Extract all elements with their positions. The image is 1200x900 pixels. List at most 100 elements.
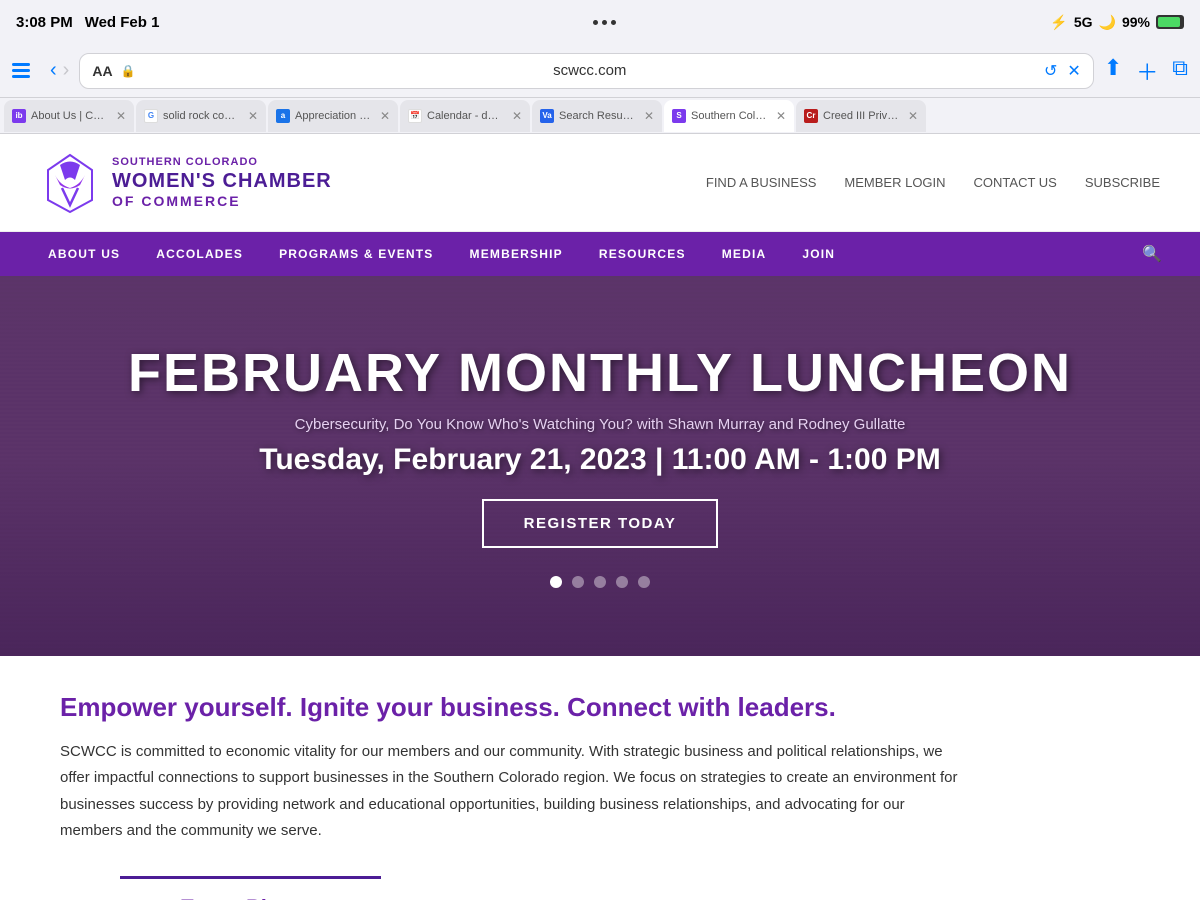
tab-label: About Us | Colorado... [31, 110, 107, 122]
status-right: ⚡ 5G 🌙 99% [1050, 14, 1184, 31]
tagline: Empower yourself. Ignite your business. … [60, 692, 1140, 723]
event-photos-section: Event Photos [0, 868, 1200, 900]
browser-tabs: ib About Us | Colorado... ✕ G solid rock… [0, 98, 1200, 134]
tab-label: Search Results | Va... [559, 110, 635, 122]
tab-close[interactable]: ✕ [116, 109, 126, 123]
tab-close[interactable]: ✕ [248, 109, 258, 123]
font-size-control[interactable]: AA [92, 63, 112, 79]
new-tab-icon[interactable]: ＋ [1136, 55, 1158, 87]
browser-actions: ⬆ ＋ ⧉ [1104, 55, 1188, 87]
tabs-icon[interactable]: ⧉ [1172, 55, 1188, 87]
register-today-button[interactable]: REGISTER TODAY [482, 499, 719, 548]
logo-area: SOUTHERN COLORADO WOMEN'S CHAMBER OF COM… [40, 150, 332, 215]
battery-icon [1156, 15, 1184, 29]
status-dot [593, 20, 598, 25]
subscribe-link[interactable]: SUBSCRIBE [1085, 175, 1160, 190]
forward-button[interactable]: › [63, 59, 70, 82]
hero-dot-1[interactable] [550, 576, 562, 588]
signal-icon: ⚡ [1050, 14, 1067, 31]
tab-close[interactable]: ✕ [380, 109, 390, 123]
hero-dot-3[interactable] [594, 576, 606, 588]
tab-favicon: 📅 [408, 109, 422, 123]
url-display[interactable]: scwcc.com [144, 62, 1036, 79]
signal-strength: 5G [1074, 14, 1093, 30]
back-button[interactable]: ‹ [50, 59, 57, 82]
logo-small: SOUTHERN COLORADO [112, 156, 332, 169]
website-content: SOUTHERN COLORADO WOMEN'S CHAMBER OF COM… [0, 134, 1200, 900]
tab-label: Calendar - default |... [427, 110, 503, 122]
sidebar-icon-line [12, 75, 30, 78]
hero-section: FEBRUARY MONTHLY LUNCHEON Cybersecurity,… [0, 276, 1200, 656]
logo-medium: OF COMMERCE [112, 193, 332, 210]
search-icon[interactable]: 🔍 [1134, 244, 1170, 264]
contact-us-link[interactable]: CONTACT US [974, 175, 1057, 190]
tab-favicon: ib [12, 109, 26, 123]
tab-calendar[interactable]: 📅 Calendar - default |... ✕ [400, 100, 530, 132]
hero-content: FEBRUARY MONTHLY LUNCHEON Cybersecurity,… [128, 344, 1072, 587]
status-left: 3:08 PM Wed Feb 1 [16, 14, 159, 31]
address-bar[interactable]: AA 🔒 scwcc.com ↺ ✕ [79, 53, 1093, 89]
tab-close[interactable]: ✕ [776, 109, 786, 123]
tab-solid-rock[interactable]: G solid rock communit... ✕ [136, 100, 266, 132]
find-business-link[interactable]: FIND A BUSINESS [706, 175, 817, 190]
address-actions: ↺ ✕ [1044, 61, 1081, 81]
member-login-link[interactable]: MEMBER LOGIN [844, 175, 945, 190]
tab-about-us[interactable]: ib About Us | Colorado... ✕ [4, 100, 134, 132]
tab-label: Creed III Private Scr... [823, 110, 899, 122]
browser-chrome: ‹ › AA 🔒 scwcc.com ↺ ✕ ⬆ ＋ ⧉ [0, 44, 1200, 98]
hero-dot-5[interactable] [638, 576, 650, 588]
nav-membership[interactable]: MEMBERSHIP [452, 232, 581, 276]
sidebar-icon-line [12, 63, 30, 66]
hero-subtitle: Cybersecurity, Do You Know Who's Watchin… [128, 416, 1072, 433]
content-section: Empower yourself. Ignite your business. … [0, 656, 1200, 868]
tab-label: Southern Colorado... [691, 110, 767, 122]
hero-dots [128, 576, 1072, 588]
tab-favicon: G [144, 109, 158, 123]
nav-programs-events[interactable]: PROGRAMS & EVENTS [261, 232, 451, 276]
close-icon[interactable]: ✕ [1067, 61, 1080, 81]
status-dot [611, 20, 616, 25]
sidebar-toggle[interactable] [12, 63, 40, 78]
moon-icon: 🌙 [1099, 14, 1116, 31]
tab-search-results[interactable]: Va Search Results | Va... ✕ [532, 100, 662, 132]
sidebar-icon-line [12, 69, 30, 72]
battery-fill [1158, 17, 1180, 27]
header-nav: FIND A BUSINESS MEMBER LOGIN CONTACT US … [706, 175, 1160, 190]
tab-favicon: Va [540, 109, 554, 123]
tab-close[interactable]: ✕ [908, 109, 918, 123]
main-nav: ABOUT US ACCOLADES PROGRAMS & EVENTS MEM… [0, 232, 1200, 276]
battery-percent: 99% [1122, 14, 1150, 30]
logo-text: SOUTHERN COLORADO WOMEN'S CHAMBER OF COM… [112, 156, 332, 210]
tab-creed[interactable]: Cr Creed III Private Scr... ✕ [796, 100, 926, 132]
description: SCWCC is committed to economic vitality … [60, 739, 960, 844]
site-header: SOUTHERN COLORADO WOMEN'S CHAMBER OF COM… [0, 134, 1200, 232]
tab-appreciation[interactable]: a Appreciation Financ... ✕ [268, 100, 398, 132]
tab-favicon: S [672, 109, 686, 123]
nav-about-us[interactable]: ABOUT US [30, 232, 138, 276]
hero-dot-4[interactable] [616, 576, 628, 588]
hero-date: Tuesday, February 21, 2023 | 11:00 AM - … [128, 443, 1072, 477]
logo-icon [40, 150, 100, 215]
tab-favicon: Cr [804, 109, 818, 123]
nav-join[interactable]: JOIN [784, 232, 853, 276]
share-icon[interactable]: ⬆ [1104, 55, 1122, 87]
status-bar: 3:08 PM Wed Feb 1 ⚡ 5G 🌙 99% [0, 0, 1200, 44]
tab-southern-colorado[interactable]: S Southern Colorado... ✕ [664, 100, 794, 132]
time: 3:08 PM [16, 14, 73, 31]
status-center [593, 20, 616, 25]
tab-label: solid rock communit... [163, 110, 239, 122]
nav-accolades[interactable]: ACCOLADES [138, 232, 261, 276]
day: Wed Feb 1 [85, 14, 160, 31]
hero-title: FEBRUARY MONTHLY LUNCHEON [128, 344, 1072, 403]
hero-dot-2[interactable] [572, 576, 584, 588]
tab-close[interactable]: ✕ [512, 109, 522, 123]
nav-media[interactable]: MEDIA [704, 232, 785, 276]
nav-resources[interactable]: RESOURCES [581, 232, 704, 276]
tab-label: Appreciation Financ... [295, 110, 371, 122]
tab-favicon: a [276, 109, 290, 123]
nav-arrows: ‹ › [50, 59, 69, 82]
tab-close[interactable]: ✕ [644, 109, 654, 123]
event-photos-heading: Event Photos [120, 876, 381, 900]
lock-icon: 🔒 [121, 64, 136, 78]
reload-icon[interactable]: ↺ [1044, 61, 1057, 81]
